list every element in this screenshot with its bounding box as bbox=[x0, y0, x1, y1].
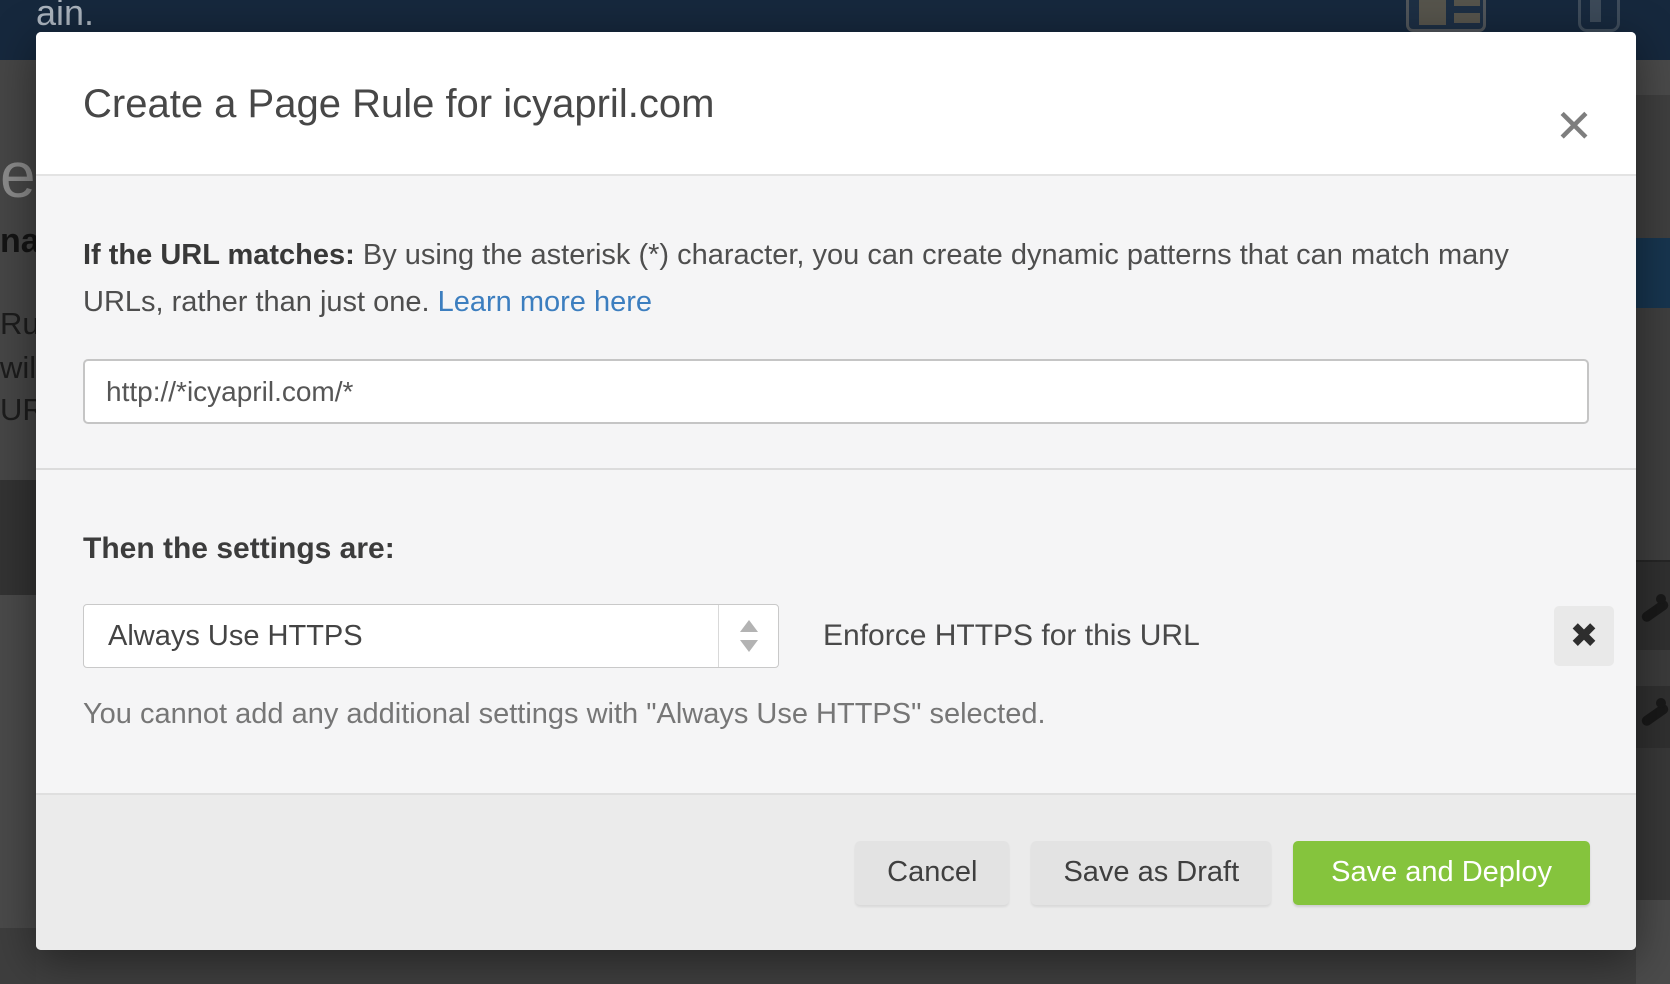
cancel-button[interactable]: Cancel bbox=[855, 841, 1009, 905]
backdrop-band bbox=[0, 480, 36, 595]
setting-select-value: Always Use HTTPS bbox=[84, 605, 718, 667]
background-text-fragment: e bbox=[0, 138, 36, 212]
wrench-icon bbox=[1638, 696, 1670, 736]
close-icon[interactable]: ✕ bbox=[1544, 96, 1604, 156]
url-match-section: If the URL matches: By using the asteris… bbox=[36, 176, 1636, 424]
learn-more-link[interactable]: Learn more here bbox=[438, 286, 652, 318]
url-match-label: If the URL matches: bbox=[83, 239, 355, 271]
select-stepper-icon[interactable] bbox=[718, 605, 778, 667]
layout-cards-icon bbox=[1406, 0, 1486, 32]
url-match-description: If the URL matches: By using the asteris… bbox=[83, 232, 1589, 326]
modal-title: Create a Page Rule for icyapril.com bbox=[83, 32, 714, 176]
backdrop-band bbox=[1636, 748, 1670, 900]
modal-body: If the URL matches: By using the asteris… bbox=[36, 176, 1636, 793]
backdrop-blue-button-fragment bbox=[1636, 238, 1670, 308]
setting-helper-text: You cannot add any additional settings w… bbox=[83, 698, 1614, 731]
save-as-draft-button[interactable]: Save as Draft bbox=[1031, 841, 1271, 905]
backdrop-band bbox=[0, 928, 36, 984]
topnav-text-fragment: ain. bbox=[36, 0, 94, 34]
url-pattern-input[interactable] bbox=[83, 359, 1589, 424]
nav-badge-icon bbox=[1578, 0, 1620, 32]
backdrop-band bbox=[0, 595, 36, 928]
modal-footer: Cancel Save as Draft Save and Deploy bbox=[36, 793, 1636, 950]
remove-setting-button[interactable]: ✖ bbox=[1554, 606, 1614, 666]
backdrop-band bbox=[1636, 900, 1670, 984]
wrench-icon bbox=[1638, 592, 1670, 632]
setting-description: Enforce HTTPS for this URL bbox=[823, 619, 1200, 653]
settings-heading: Then the settings are: bbox=[83, 532, 1614, 566]
save-and-deploy-button[interactable]: Save and Deploy bbox=[1293, 841, 1590, 905]
create-page-rule-modal: Create a Page Rule for icyapril.com ✕ If… bbox=[36, 32, 1636, 950]
backdrop-band bbox=[1636, 60, 1670, 95]
setting-select[interactable]: Always Use HTTPS bbox=[83, 604, 779, 668]
modal-header: Create a Page Rule for icyapril.com ✕ bbox=[36, 32, 1636, 176]
backdrop-band bbox=[1636, 650, 1670, 686]
setting-row: Always Use HTTPS Enforce HTTPS for this … bbox=[83, 604, 1614, 668]
background-text-fragment: Ru bbox=[0, 306, 40, 342]
settings-section: Then the settings are: Always Use HTTPS … bbox=[36, 470, 1636, 731]
backdrop-band bbox=[1636, 308, 1670, 560]
backdrop-band bbox=[1636, 95, 1670, 238]
